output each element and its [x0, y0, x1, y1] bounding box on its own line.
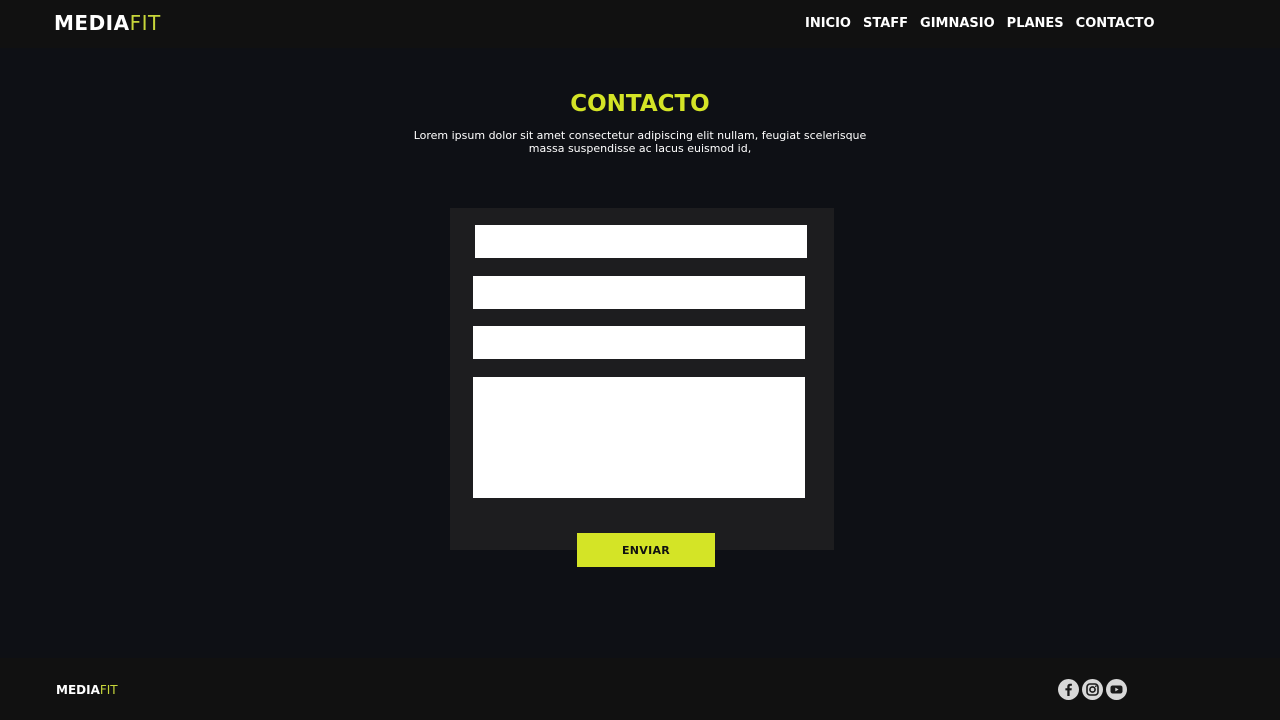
nav-item-inicio[interactable]: INICIO: [805, 16, 851, 32]
youtube-icon[interactable]: [1106, 679, 1127, 700]
contact-field-1[interactable]: [475, 225, 807, 258]
message-textarea[interactable]: [473, 377, 805, 498]
logo-main-text: MEDIA: [54, 11, 130, 35]
social-links: [1058, 679, 1127, 700]
footer-logo-main-text: MEDIA: [56, 683, 100, 697]
facebook-icon[interactable]: [1058, 679, 1079, 700]
instagram-icon[interactable]: [1082, 679, 1103, 700]
logo[interactable]: MEDIAFIT: [54, 12, 161, 34]
main-nav: INICIO STAFF GIMNASIO PLANES CONTACTO: [805, 16, 1155, 32]
logo-accent-text: FIT: [129, 11, 161, 35]
nav-item-gimnasio[interactable]: GIMNASIO: [920, 16, 995, 32]
top-navbar: MEDIAFIT INICIO STAFF GIMNASIO PLANES CO…: [0, 0, 1280, 48]
nav-item-contacto[interactable]: CONTACTO: [1076, 16, 1155, 32]
contact-field-3[interactable]: [473, 326, 805, 359]
nav-item-planes[interactable]: PLANES: [1007, 16, 1064, 32]
page-title: CONTACTO: [570, 91, 710, 117]
page-description: Lorem ipsum dolor sit amet consectetur a…: [413, 129, 867, 155]
submit-button[interactable]: ENVIAR: [577, 533, 715, 567]
footer-logo-accent-text: FIT: [99, 683, 118, 697]
nav-item-staff[interactable]: STAFF: [863, 16, 908, 32]
footer-logo[interactable]: MEDIAFIT: [56, 683, 118, 697]
contact-field-2[interactable]: [473, 276, 805, 309]
